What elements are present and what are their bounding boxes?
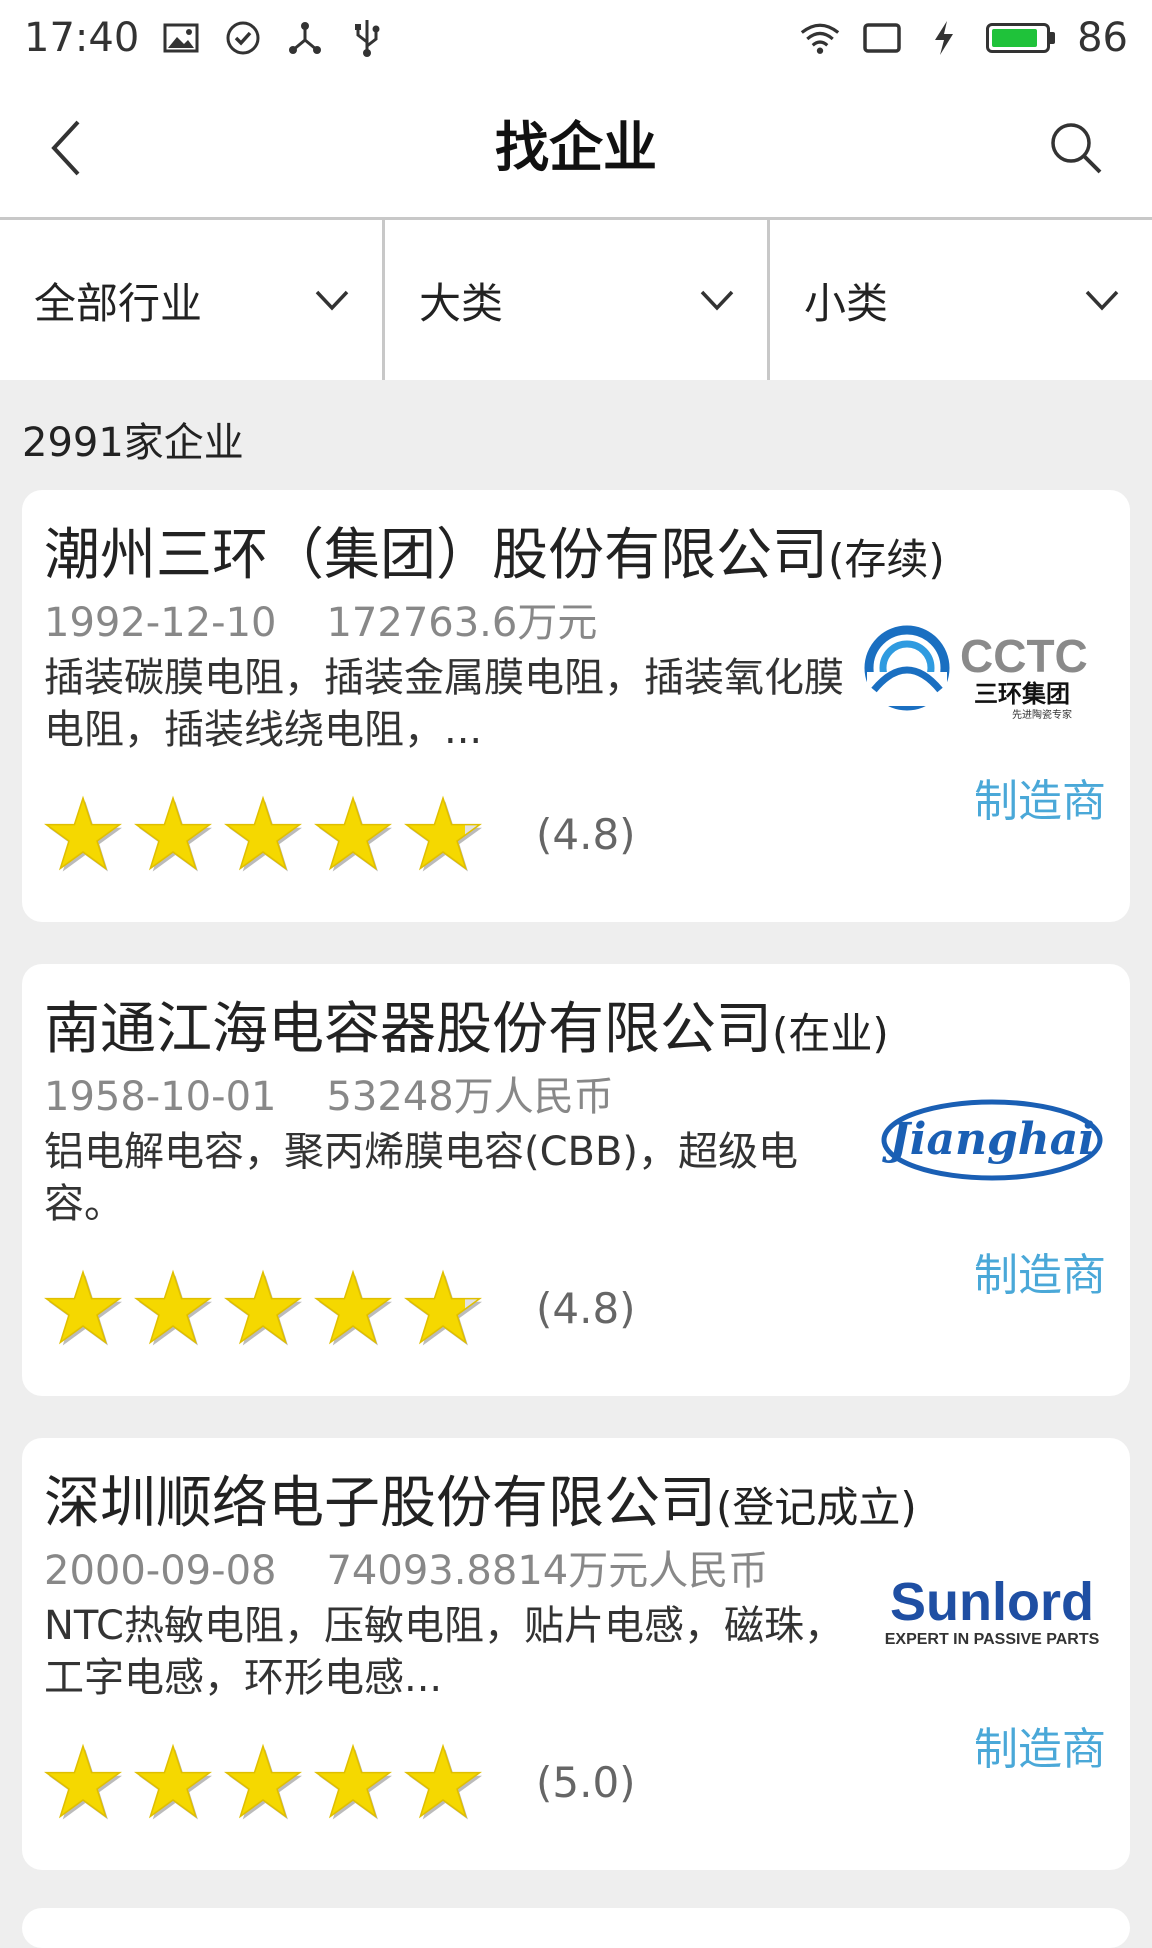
- star-icon: [404, 1743, 482, 1820]
- company-card[interactable]: 深圳顺络电子股份有限公司(登记成立) 2000-09-08 74093.8814万…: [22, 1438, 1130, 1870]
- search-button[interactable]: [1040, 112, 1112, 184]
- star-icon: [404, 795, 482, 872]
- wifi-icon: [800, 18, 840, 58]
- battery-level: 86: [1077, 15, 1128, 61]
- rating-stars: (5.0): [44, 1743, 636, 1821]
- battery-icon: [986, 23, 1056, 53]
- filter-label: 全部行业: [34, 278, 203, 328]
- star-icon: [224, 1269, 302, 1346]
- logo-text: EXPERT IN PASSIVE PARTS: [885, 1631, 1100, 1648]
- chevron-down-icon: [697, 280, 737, 320]
- company-name: 深圳顺络电子股份有限公司: [44, 1471, 716, 1536]
- rating-value: (4.8): [536, 809, 636, 859]
- rating-value: (5.0): [536, 1757, 636, 1807]
- company-name-line: 潮州三环（集团）股份有限公司(存续): [44, 510, 945, 591]
- company-status: (存续): [828, 535, 945, 584]
- founded-date: 1958-10-01: [44, 1074, 277, 1120]
- share-nodes-icon: [285, 18, 325, 58]
- app-bar: 找企业: [0, 76, 1152, 220]
- search-icon: [1051, 123, 1102, 174]
- filter-major-category[interactable]: 大类: [382, 220, 767, 380]
- company-card[interactable]: 潮州三环（集团）股份有限公司(存续) 1992-12-10 172763.6万元 …: [22, 490, 1130, 922]
- filter-industry[interactable]: 全部行业: [0, 220, 382, 380]
- star-icon: [314, 1743, 392, 1820]
- result-count: 2991家企业: [22, 420, 244, 466]
- registered-capital: 172763.6万元: [326, 600, 598, 646]
- chevron-left-icon: [51, 120, 80, 176]
- company-role: 制造商: [974, 776, 1106, 827]
- logo-text: 三环集团: [974, 680, 1070, 708]
- star-icon: [134, 1269, 212, 1346]
- rating-stars: (4.8): [44, 1269, 636, 1347]
- company-meta: 2000-09-08 74093.8814万元人民币: [44, 1538, 768, 1596]
- company-products: NTC热敏电阻，压敏电阻，贴片电感，磁珠，工字电感，环形电感...: [44, 1603, 844, 1701]
- star-icon: [224, 1743, 302, 1820]
- registered-capital: 74093.8814万元人民币: [326, 1548, 769, 1594]
- check-circle-icon: [223, 18, 263, 58]
- back-button[interactable]: [30, 112, 102, 184]
- star-icon: [224, 795, 302, 872]
- chevron-down-icon: [312, 280, 352, 320]
- company-meta: 1958-10-01 53248万人民币: [44, 1064, 614, 1122]
- rating-stars: (4.8): [44, 795, 636, 873]
- company-status: (登记成立): [716, 1483, 917, 1532]
- usb-icon: [347, 18, 387, 58]
- rating-value: (4.8): [536, 1283, 636, 1333]
- filter-label: 小类: [804, 278, 889, 328]
- company-products: 插装碳膜电阻，插装金属膜电阻，插装氧化膜电阻，插装线绕电阻，...: [44, 655, 844, 753]
- logo-text: Sunlord: [890, 1572, 1094, 1632]
- company-meta: 1992-12-10 172763.6万元: [44, 590, 597, 648]
- status-bar: 17:40 86: [0, 0, 1152, 76]
- filter-label: 大类: [419, 278, 504, 328]
- company-role: 制造商: [974, 1724, 1106, 1775]
- company-logo: Jianghai: [852, 1079, 1132, 1204]
- filter-bar: 全部行业 大类 小类: [0, 220, 1152, 380]
- registered-capital: 53248万人民币: [326, 1074, 614, 1120]
- company-logo: CCTC 三环集团 先进陶瓷专家: [852, 605, 1132, 730]
- founded-date: 2000-09-08: [44, 1548, 277, 1594]
- page-title: 找企业: [495, 116, 657, 179]
- star-icon: [404, 1269, 482, 1346]
- company-name: 南通江海电容器股份有限公司: [44, 997, 772, 1062]
- logo-text: 先进陶瓷专家: [1012, 708, 1072, 721]
- image-icon: [161, 18, 201, 58]
- star-icon: [314, 795, 392, 872]
- company-name-line: 南通江海电容器股份有限公司(在业): [44, 984, 889, 1065]
- star-icon: [134, 1743, 212, 1820]
- charging-bolt-icon: [924, 18, 964, 58]
- star-icon: [134, 795, 212, 872]
- star-icon: [314, 1269, 392, 1346]
- founded-date: 1992-12-10: [44, 600, 277, 646]
- company-status: (在业): [772, 1009, 889, 1058]
- star-icon: [44, 795, 122, 872]
- filter-minor-category[interactable]: 小类: [767, 220, 1152, 380]
- company-name: 潮州三环（集团）股份有限公司: [44, 523, 828, 588]
- chevron-down-icon: [1082, 280, 1122, 320]
- company-products: 铝电解电容，聚丙烯膜电容(CBB)，超级电容。: [44, 1129, 799, 1227]
- company-role: 制造商: [974, 1250, 1106, 1301]
- star-icon: [44, 1743, 122, 1820]
- star-icon: [44, 1269, 122, 1346]
- status-time: 17:40: [24, 15, 140, 61]
- company-card[interactable]: [22, 1908, 1130, 1948]
- company-name-line: 深圳顺络电子股份有限公司(登记成立): [44, 1458, 917, 1539]
- company-logo: Sunlord EXPERT IN PASSIVE PARTS: [852, 1553, 1132, 1678]
- company-card[interactable]: 南通江海电容器股份有限公司(在业) 1958-10-01 53248万人民币 铝电…: [22, 964, 1130, 1396]
- logo-text: Jianghai: [882, 1114, 1095, 1165]
- logo-text: CCTC: [960, 630, 1088, 682]
- cast-icon: [862, 18, 902, 58]
